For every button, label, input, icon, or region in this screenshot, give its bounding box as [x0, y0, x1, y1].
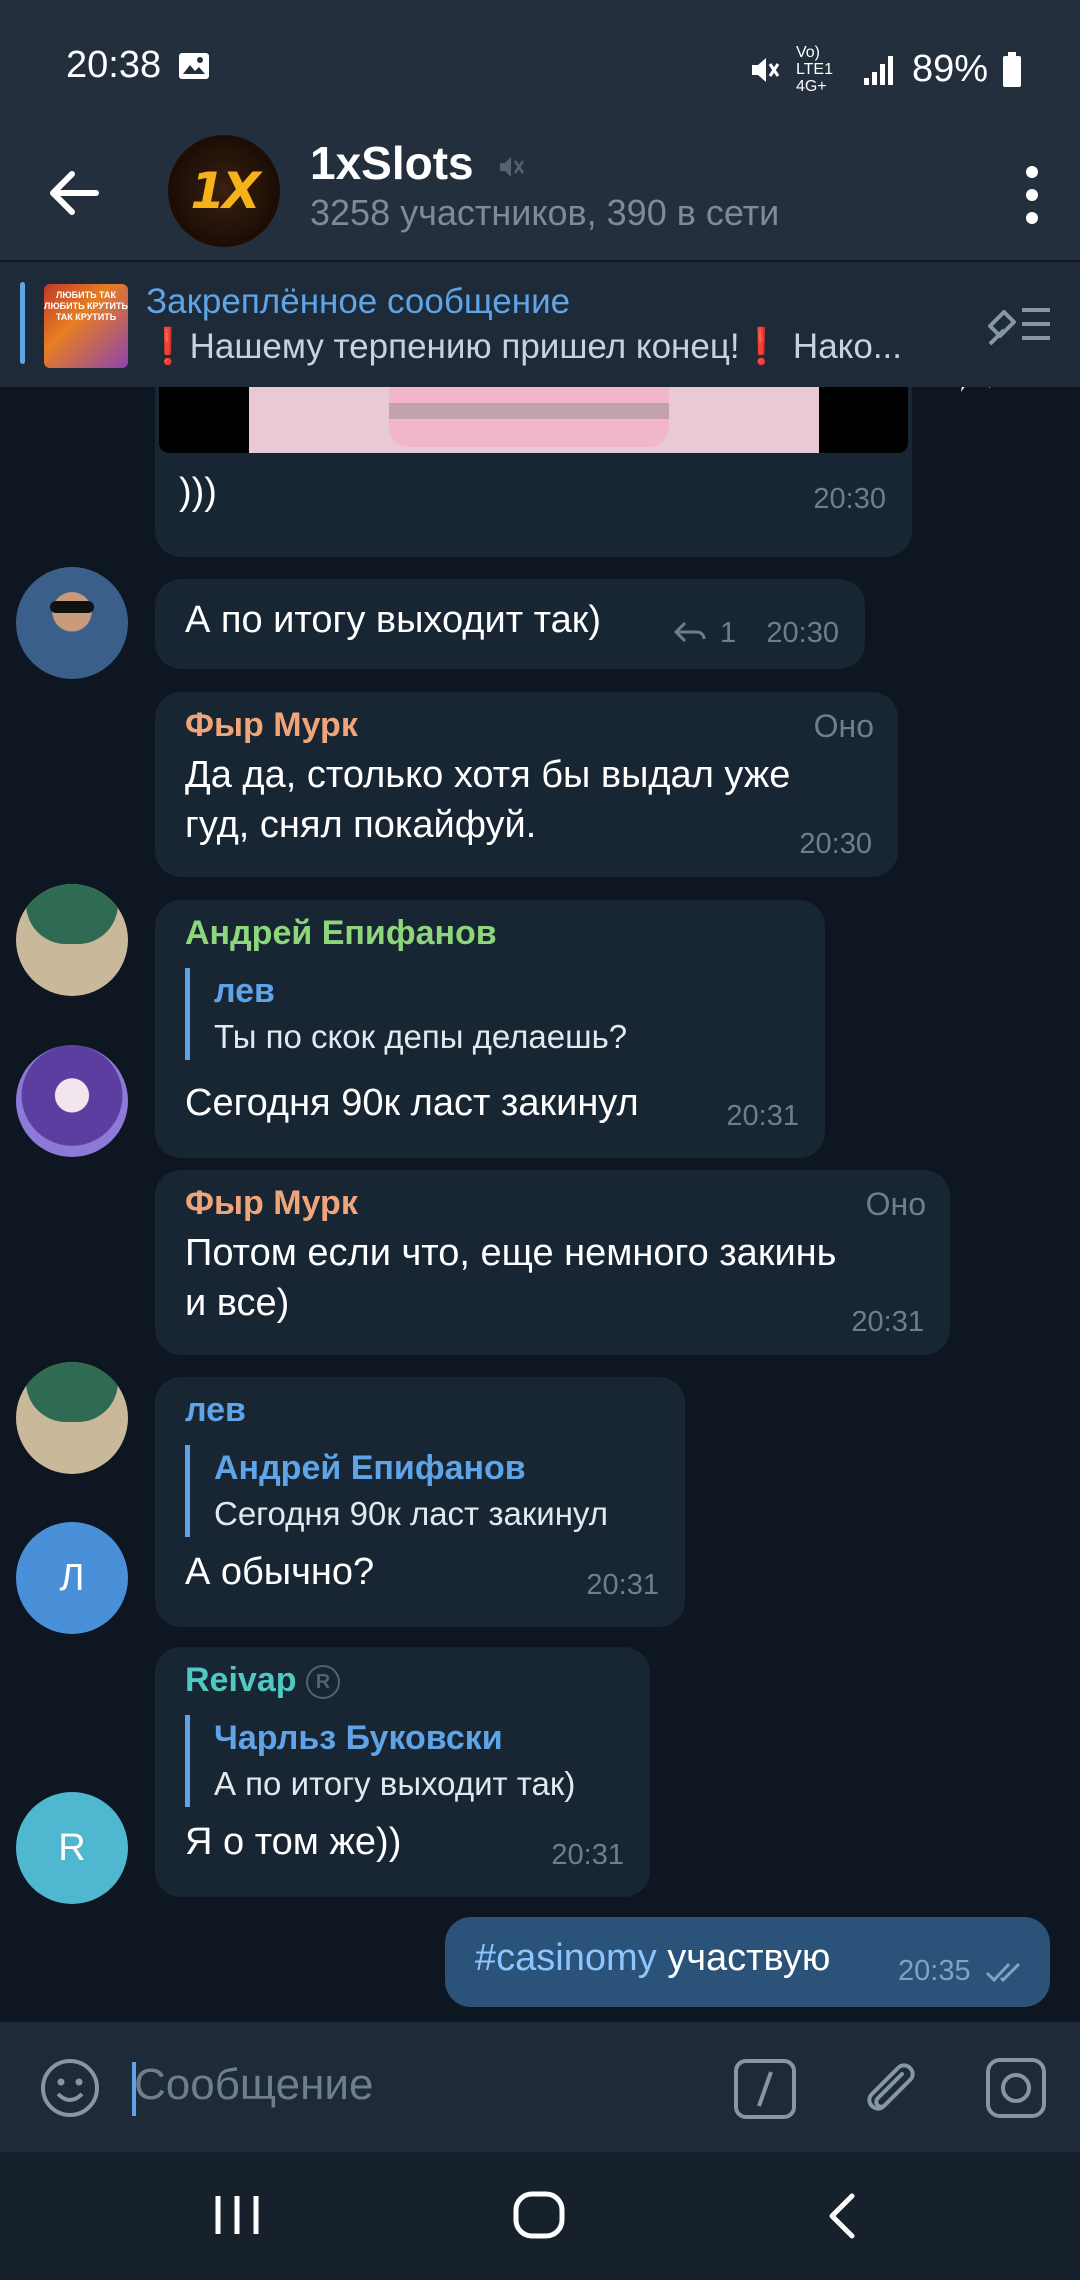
- reply-quote[interactable]: Чарльз Буковски А по итогу выходит так): [185, 1715, 575, 1807]
- pinned-text: ❗️Нашему терпению пришел конец!❗️ Нако..…: [146, 327, 903, 366]
- sender-name[interactable]: Фыр Мурк: [185, 1184, 358, 1223]
- battery-icon: [1003, 51, 1021, 87]
- quote-author: Андрей Епифанов: [214, 1449, 526, 1487]
- pinned-thumbnail: ЛЮБИТЬ ТАК ЛЮБИТЬ КРУТИТЬ ТАК КРУТИТЬ: [44, 284, 128, 368]
- network-label: Vo) LTE1 4G+: [795, 44, 833, 95]
- avatar[interactable]: [16, 884, 128, 996]
- message-bubble[interactable]: ))) 20:30: [155, 387, 912, 557]
- quote-author: Чарльз Буковски: [214, 1719, 503, 1757]
- message-bubble[interactable]: Андрей Епифанов лев Ты по скок депы дела…: [155, 900, 825, 1158]
- video-frame: [249, 387, 819, 453]
- channel-logo: 1X: [190, 162, 260, 220]
- message-time: 20:31: [586, 1569, 659, 1601]
- more-menu-icon[interactable]: [1022, 160, 1042, 230]
- read-checkmarks-icon: [985, 1962, 1021, 1983]
- sender-role: Оно: [865, 1186, 926, 1222]
- message-text: А по итогу выходит так): [185, 599, 602, 641]
- sender-name[interactable]: лев: [185, 1391, 246, 1430]
- status-bar: 20:38 Vo) LTE1 4G+ 89%: [0, 0, 1080, 130]
- message-time: 20:30: [813, 483, 886, 515]
- quote-author: лев: [214, 972, 275, 1010]
- message-text: Я о том же)): [185, 1821, 402, 1863]
- home-icon[interactable]: [512, 2190, 568, 2240]
- message-text-line2: и все): [185, 1282, 290, 1324]
- message-text: Сегодня 90к ласт закинул: [185, 1082, 639, 1124]
- message-text-line2: гуд, снял покайфуй.: [185, 804, 537, 846]
- message-time: 20:31: [551, 1839, 624, 1871]
- system-back-icon[interactable]: [822, 2192, 862, 2240]
- message-bubble[interactable]: А по итогу выходит так) 1 20:30: [155, 579, 865, 669]
- status-time: 20:38: [66, 44, 162, 86]
- message-text: ))): [179, 471, 217, 513]
- avatar[interactable]: R: [16, 1792, 128, 1904]
- pinned-title: Закреплённое сообщение: [146, 282, 571, 321]
- reply-quote[interactable]: Андрей Епифанов Сегодня 90к ласт закинул: [185, 1445, 608, 1537]
- channel-avatar[interactable]: 1X: [168, 135, 280, 247]
- reply-count-icon: [673, 621, 706, 643]
- pinned-list-icon[interactable]: [984, 296, 1054, 352]
- message-list[interactable]: ))) 20:30 А по итогу выходит так) 1 20:3…: [0, 387, 1080, 2022]
- avatar[interactable]: [16, 567, 128, 679]
- battery-level: 89%: [911, 48, 988, 90]
- gallery-icon: [179, 53, 209, 79]
- avatar[interactable]: Л: [16, 1522, 128, 1634]
- quote-text: Ты по скок депы делаешь?: [214, 1018, 628, 1055]
- video-preview[interactable]: [159, 387, 908, 453]
- message-time: 20:30: [799, 828, 872, 860]
- chat-header: 1X 1xSlots 3258 участников, 390 в сети: [0, 130, 1080, 260]
- recent-apps-icon[interactable]: [212, 2192, 262, 2238]
- sender-name[interactable]: Reivap R: [185, 1661, 340, 1700]
- message-text-line1: Да да, столько хотя бы выдал уже: [185, 754, 791, 796]
- camera-icon[interactable]: [984, 2056, 1048, 2120]
- bot-commands-icon[interactable]: [733, 2058, 797, 2120]
- message-time: 20:35: [898, 1955, 971, 1987]
- message-time: 20:30: [766, 617, 839, 649]
- message-text: А обычно?: [185, 1551, 375, 1593]
- attach-icon[interactable]: [858, 2056, 922, 2122]
- channel-subtitle: 3258 участников, 390 в сети: [310, 192, 780, 233]
- hashtag-link[interactable]: #casinomy: [475, 1937, 657, 1979]
- message-time: 20:31: [851, 1306, 924, 1338]
- reply-quote[interactable]: лев Ты по скок депы делаешь?: [185, 968, 627, 1060]
- mute-icon: [751, 57, 780, 82]
- emoji-icon[interactable]: [38, 2056, 102, 2120]
- sender-name[interactable]: Фыр Мурк: [185, 706, 358, 745]
- pinned-indicator: [20, 282, 25, 364]
- quote-text: Сегодня 90к ласт закинул: [214, 1495, 608, 1532]
- reply-count: 1: [720, 617, 737, 649]
- message-bubble[interactable]: Reivap R Чарльз Буковски А по итогу выхо…: [155, 1647, 650, 1897]
- registered-badge-icon: R: [305, 1665, 340, 1700]
- back-arrow-icon[interactable]: [40, 158, 110, 228]
- forward-icon[interactable]: [955, 387, 1015, 402]
- sender-name[interactable]: Андрей Епифанов: [185, 914, 497, 953]
- message-bubble[interactable]: лев Андрей Епифанов Сегодня 90к ласт зак…: [155, 1377, 685, 1627]
- message-time: 20:31: [726, 1100, 799, 1132]
- message-bubble[interactable]: Фыр Мурк Оно Да да, столько хотя бы выда…: [155, 692, 898, 877]
- avatar[interactable]: [16, 1045, 128, 1157]
- avatar[interactable]: [16, 1362, 128, 1474]
- message-text: #casinomy участвую: [475, 1937, 831, 1979]
- quote-text: А по итогу выходит так): [214, 1765, 576, 1802]
- muted-icon: [500, 156, 525, 177]
- outgoing-message-bubble[interactable]: #casinomy участвую 20:35: [445, 1917, 1050, 2007]
- message-input-bar: Сообщение: [0, 2022, 1080, 2152]
- sender-role: Оно: [813, 708, 874, 744]
- signal-icon: [863, 55, 893, 85]
- message-text-line1: Потом если что, еще немного закинь: [185, 1232, 837, 1274]
- system-nav-bar: [0, 2152, 1080, 2280]
- message-bubble[interactable]: Фыр Мурк Оно Потом если что, еще немного…: [155, 1170, 950, 1355]
- message-input[interactable]: Сообщение: [134, 2060, 373, 2110]
- pinned-message-bar[interactable]: ЛЮБИТЬ ТАК ЛЮБИТЬ КРУТИТЬ ТАК КРУТИТЬ За…: [0, 260, 1080, 387]
- channel-title[interactable]: 1xSlots: [310, 136, 526, 190]
- status-icons: Vo) LTE1 4G+ 89%: [748, 44, 1022, 95]
